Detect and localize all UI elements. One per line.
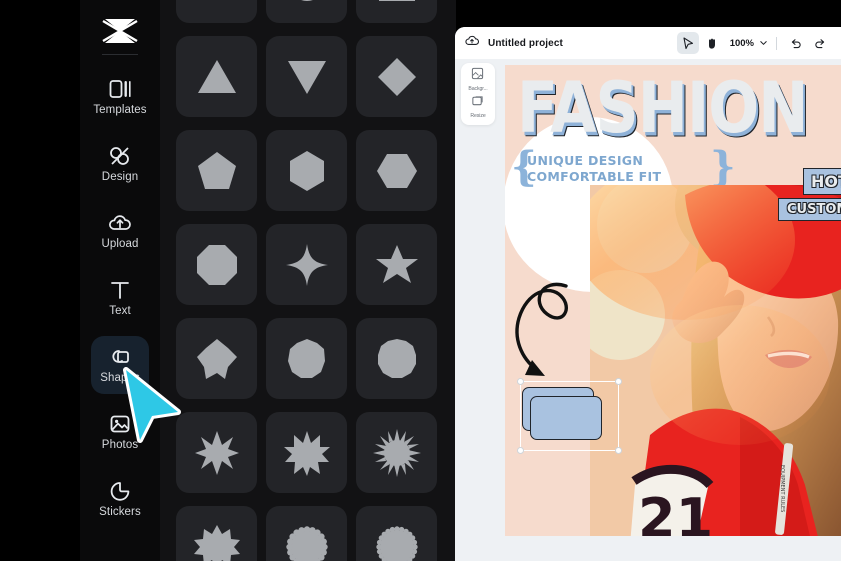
chevron-down-icon[interactable] <box>759 34 768 52</box>
shape-cell-five-point-star[interactable] <box>356 224 437 305</box>
sidebar-item-upload[interactable]: Upload <box>91 202 149 260</box>
app-root: Templates Design Upload Text Shapes Phot… <box>0 0 841 561</box>
shape-cell-hexagon-vertical[interactable] <box>266 130 347 211</box>
editor-window: Untitled project 100% Backgr... Resize F… <box>455 27 841 561</box>
undo-button[interactable] <box>785 32 807 54</box>
resize-icon <box>471 94 484 112</box>
hot-badge[interactable]: HOT <box>803 168 841 195</box>
sidebar-divider <box>102 54 138 55</box>
mouse-pointer <box>122 366 184 451</box>
design-icon <box>108 144 132 168</box>
shape-cell-twelve-point-star[interactable] <box>176 506 257 561</box>
dock-item-background[interactable]: Backgr... <box>468 67 488 92</box>
tagline-line-1: UNIQUE DESIGN <box>527 153 644 168</box>
toolbar-divider <box>776 36 777 50</box>
text-t-icon <box>108 278 132 302</box>
shape-cell-four-point-star[interactable] <box>266 224 347 305</box>
resize-handle-top-left[interactable] <box>517 378 524 385</box>
header-tools: 100% <box>676 32 831 54</box>
shape-cell-diamond[interactable] <box>356 36 437 117</box>
shape-cell-ten-point-star[interactable] <box>266 412 347 493</box>
shape-cell-partial[interactable] <box>176 0 257 23</box>
model-photo[interactable]: EQUIPMENT RULES 21 <box>590 185 841 536</box>
stickers-icon <box>108 479 132 503</box>
tagline-text[interactable]: UNIQUE DESIGN COMFORTABLE FIT <box>527 153 737 184</box>
shape-cell-pentagon[interactable] <box>176 130 257 211</box>
custom-badge[interactable]: CUSTOM <box>778 198 841 221</box>
editor-tool-dock: Backgr... Resize <box>461 63 495 125</box>
cloud-logo-icon[interactable] <box>465 34 479 52</box>
shape-cell-partial[interactable] <box>266 0 347 23</box>
sidebar-item-design[interactable]: Design <box>91 135 149 193</box>
shapes-grid <box>176 0 437 561</box>
sidebar-item-label: Design <box>101 171 139 184</box>
resize-handle-top-right[interactable] <box>615 378 622 385</box>
sidebar-item-templates[interactable]: Templates <box>91 68 149 126</box>
background-icon <box>471 67 484 85</box>
shape-cell-seven-point-soft-star[interactable] <box>266 318 347 399</box>
design-artboard[interactable]: FASHION { } UNIQUE DESIGN COMFORTABLE FI… <box>505 65 841 536</box>
sidebar-item-stickers[interactable]: Stickers <box>91 470 149 528</box>
templates-icon <box>108 77 132 101</box>
svg-text:EQUIPMENT RULES: EQUIPMENT RULES <box>779 465 785 512</box>
headline-text[interactable]: FASHION <box>517 67 809 150</box>
resize-handle-bottom-right[interactable] <box>615 447 622 454</box>
dock-item-resize[interactable]: Resize <box>470 94 486 119</box>
sidebar-item-text[interactable]: Text <box>91 269 149 327</box>
project-title[interactable]: Untitled project <box>488 38 563 49</box>
svg-text:21: 21 <box>638 487 713 536</box>
sidebar-item-label: Templates <box>93 104 147 117</box>
shape-cell-triangle-up[interactable] <box>176 36 257 117</box>
shapes-panel[interactable] <box>160 0 456 561</box>
shape-cell-hexagon-horizontal[interactable] <box>356 130 437 211</box>
tagline-line-2: COMFORTABLE FIT <box>527 168 662 184</box>
shape-cell-sixteen-point-burst[interactable] <box>356 412 437 493</box>
capcut-logo-icon[interactable] <box>100 14 140 48</box>
shape-cell-twenty-point-gear[interactable] <box>266 506 347 561</box>
sidebar-item-label: Stickers <box>99 506 141 519</box>
shape-cell-twenty-four-point-gear[interactable] <box>356 506 437 561</box>
shape-cell-eight-point-soft-star[interactable] <box>356 318 437 399</box>
left-sidebar: Templates Design Upload Text Shapes Phot… <box>80 0 160 561</box>
upload-cloud-icon <box>108 211 132 235</box>
select-tool[interactable] <box>676 32 699 54</box>
shape-cell-triangle-down[interactable] <box>266 36 347 117</box>
shape-cell-six-point-soft-star[interactable] <box>176 318 257 399</box>
dock-item-label: Resize <box>470 113 486 119</box>
editor-header: Untitled project 100% <box>455 27 841 59</box>
sidebar-item-label: Text <box>109 305 131 318</box>
selection-bounding-box <box>517 378 622 454</box>
sidebar-item-label: Upload <box>101 238 139 251</box>
shape-cell-partial[interactable] <box>356 0 437 23</box>
shape-cell-octagon[interactable] <box>176 224 257 305</box>
shape-cell-eight-point-star[interactable] <box>176 412 257 493</box>
redo-button[interactable] <box>809 32 831 54</box>
zoom-level[interactable]: 100% <box>730 38 754 49</box>
dock-item-label: Backgr... <box>468 86 488 92</box>
hand-tool[interactable] <box>701 32 723 54</box>
resize-handle-bottom-left[interactable] <box>517 447 524 454</box>
